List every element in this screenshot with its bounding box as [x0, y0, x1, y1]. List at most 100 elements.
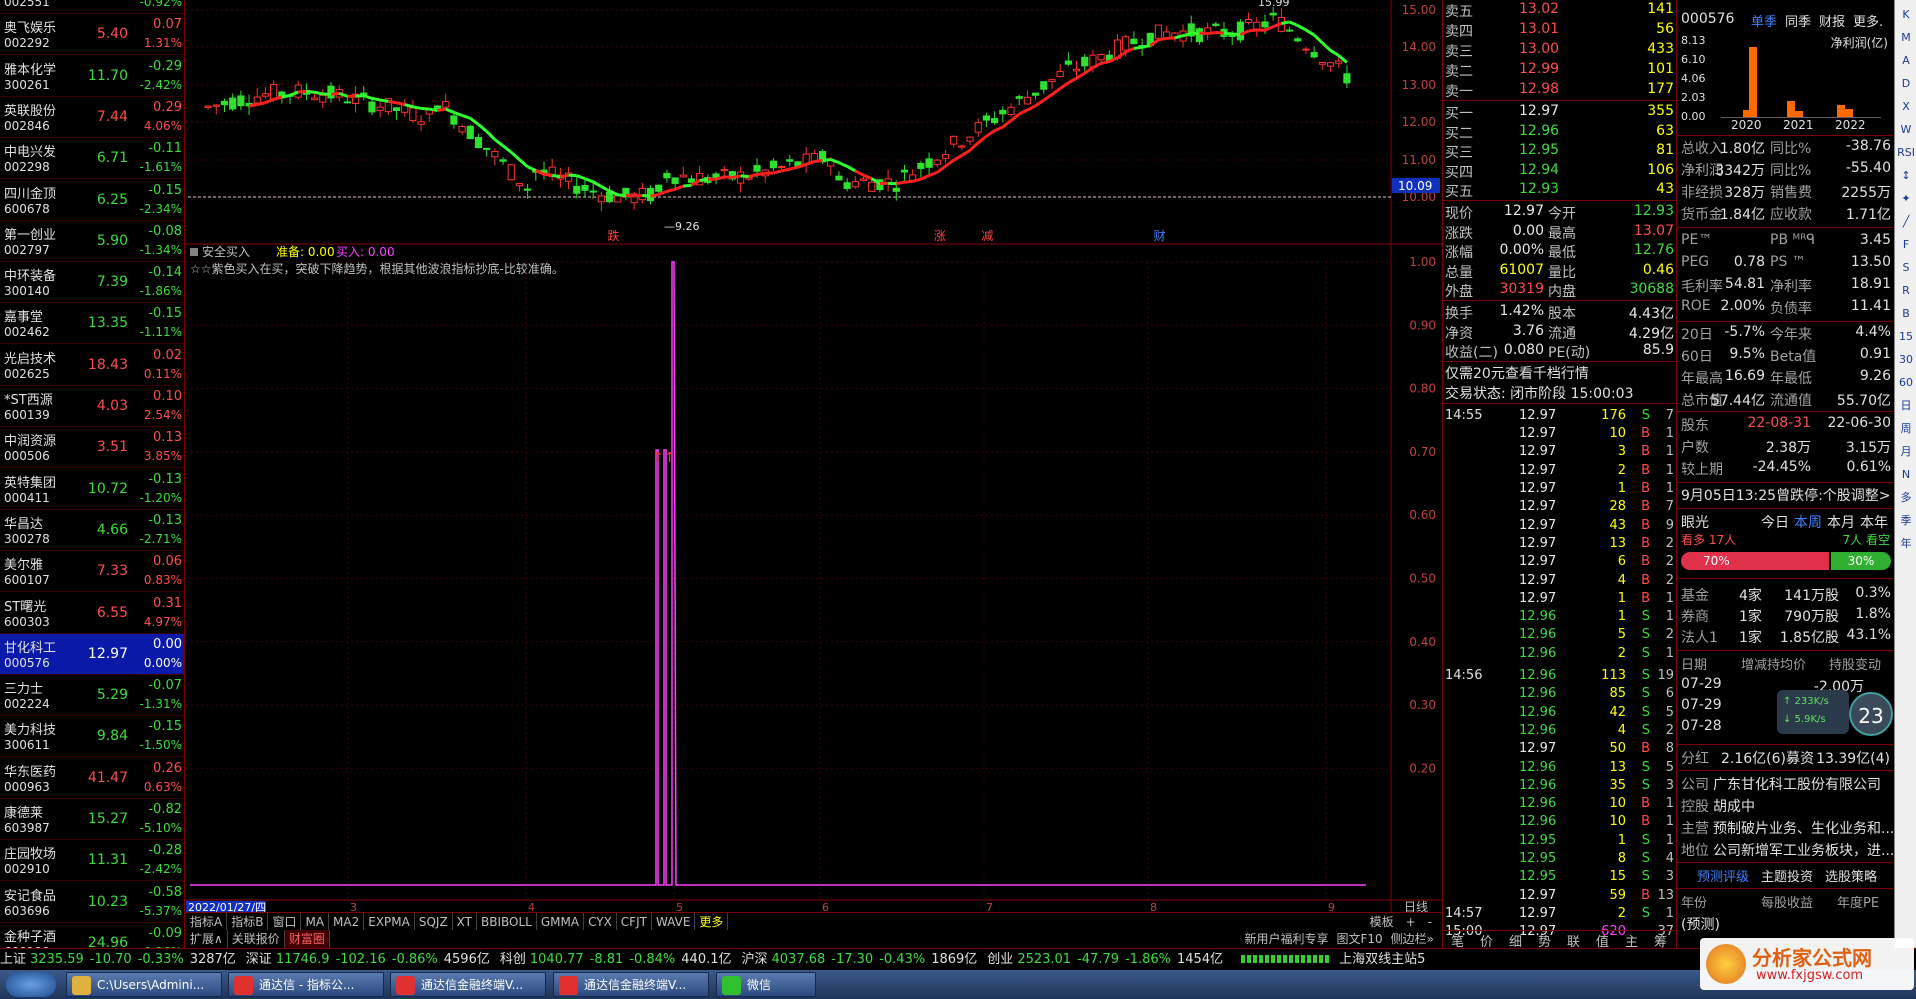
toolbar-button[interactable]: B [1897, 305, 1915, 323]
stock-row[interactable]: 庄园牧场 002910 11.31 -0.28 -2.42% [0, 840, 184, 882]
stock-row[interactable]: 华东医药 000963 41.47 0.26 0.63% [0, 758, 184, 799]
toolbar-button[interactable]: 月 [1897, 443, 1915, 461]
info-tab[interactable]: 更多. [1853, 11, 1883, 30]
toolbar-button[interactable]: 30 [1897, 351, 1915, 369]
stock-row[interactable]: 英特集团 000411 10.72 -0.13 -1.20% [0, 469, 184, 510]
indicator-tab[interactable]: GMMA [537, 913, 585, 931]
bottom-right-link[interactable]: 侧边栏» [1387, 932, 1438, 946]
toolbar-button[interactable]: X [1897, 98, 1915, 116]
toolbar-button[interactable]: K [1897, 6, 1915, 24]
toolbar-button[interactable]: 年 [1897, 535, 1915, 553]
info-tab[interactable]: 同季 [1785, 11, 1811, 30]
toolbar-button[interactable]: F [1897, 236, 1915, 254]
chart-canvas[interactable]: 15.0014.0013.0012.0011.0010.0010.0915.99… [186, 0, 1442, 912]
extension-tab[interactable]: 扩展∧ [186, 930, 228, 948]
toolbar-button[interactable]: 季 [1897, 512, 1915, 530]
vision-tab[interactable]: 本月 [1827, 512, 1855, 532]
stock-list[interactable]: 002551 4.29 -0.92% 奥飞娱乐002292 5.40 0.07 1.31% 雅… [0, 0, 185, 948]
toolbar-button[interactable]: 15 [1897, 328, 1915, 346]
toolbar-button[interactable]: 日 [1897, 397, 1915, 415]
stock-row[interactable]: 甘化科工 000576 12.97 0.00 0.00% [0, 633, 184, 675]
indicator-tab[interactable]: 指标B [227, 913, 269, 931]
indicator-tab[interactable]: XT [453, 913, 478, 931]
quote-tab[interactable]: 细 [1501, 931, 1530, 948]
quote-tab[interactable]: 联 [1559, 931, 1588, 948]
stock-row[interactable]: 嘉事堂 002462 13.35 -0.15 -1.11% [0, 303, 184, 345]
toolbar-button[interactable]: 60 [1897, 374, 1915, 392]
quote-tab[interactable]: 主 [1617, 931, 1646, 948]
stock-row[interactable]: 第一创业 002797 5.90 -0.08 -1.34% [0, 221, 184, 262]
quote-tab[interactable]: 价 [1472, 931, 1501, 948]
toolbar-button[interactable]: ╱ [1897, 213, 1915, 231]
stock-row[interactable]: 美力科技 300611 9.84 -0.15 -1.50% [0, 716, 184, 758]
stock-row[interactable]: 雅本化学 300261 11.70 -0.29 -2.42% [0, 56, 184, 97]
stock-row[interactable]: 英联股份 002846 7.44 0.29 4.06% [0, 97, 184, 138]
toolbar-button[interactable]: M [1897, 29, 1915, 47]
vision-tab[interactable]: 本年 [1860, 512, 1888, 532]
extension-tab[interactable]: 财富圈 [284, 930, 330, 948]
stock-row[interactable]: 四川金顶 600678 6.25 -0.15 -2.34% [0, 180, 184, 221]
indicator-tab[interactable]: 指标A [186, 913, 228, 931]
taskbar-item[interactable]: 通达信金融终端V... [390, 972, 546, 997]
stock-row[interactable]: 三力士 002224 5.29 -0.07 -1.31% [0, 675, 184, 717]
info-tab[interactable]: 财报 [1819, 11, 1845, 30]
quote-tab[interactable]: 值 [1588, 931, 1617, 948]
toolbar-button[interactable]: W [1897, 121, 1915, 139]
indicator-tab[interactable]: SQJZ [415, 913, 453, 931]
indicator-tab[interactable]: CYX [584, 913, 617, 931]
rating-tab[interactable]: 主题投资 [1761, 866, 1813, 885]
toolbar-button[interactable]: ✦ [1897, 190, 1915, 208]
stock-row[interactable]: 康德莱 603987 15.27 -0.82 -5.10% [0, 799, 184, 840]
stock-row[interactable]: 光启技术 002625 18.43 0.02 0.11% [0, 345, 184, 386]
toolbar-button[interactable]: 多 [1897, 489, 1915, 507]
indicator-tab[interactable]: BBIBOLL [477, 913, 537, 931]
stock-row[interactable]: *ST西源 600139 4.03 0.10 2.54% [0, 386, 184, 427]
taskbar-item[interactable]: 通达信金融终端V... [553, 972, 709, 997]
stock-row[interactable]: ST曙光 600303 6.55 0.31 4.97% [0, 593, 184, 634]
toolbar-button[interactable]: A [1897, 52, 1915, 70]
stock-row[interactable]: 华昌达 300278 4.66 -0.13 -2.71% [0, 510, 184, 551]
mode-button[interactable]: + [1400, 915, 1422, 929]
toolbar-button[interactable]: N [1897, 466, 1915, 484]
toolbar-button[interactable]: S [1897, 259, 1915, 277]
toolbar-button[interactable]: R [1897, 282, 1915, 300]
news-link[interactable]: 9月05日13:25曾跌停:个股调整> [1677, 485, 1894, 505]
toolbar-button[interactable]: RSI [1897, 144, 1915, 162]
stock-row[interactable]: 奥飞娱乐 002292 5.40 0.07 1.31% [0, 14, 184, 56]
indicator-tab[interactable]: 窗口 [268, 913, 302, 931]
indicator-tab[interactable]: EXPMA [364, 913, 415, 931]
chart-area[interactable]: 15.00 14.00 13.00 12.00 11.00 10.00 10.09 15.99… [186, 0, 1442, 948]
taskbar-item[interactable]: 通达信 - 指标公... [228, 972, 384, 997]
stock-row[interactable]: 中润资源 000506 3.51 0.13 3.85% [0, 427, 184, 469]
taskbar-item[interactable]: C:\Users\Admini... [66, 972, 222, 997]
stock-row[interactable]: 美尔雅 600107 7.33 0.06 0.83% [0, 551, 184, 593]
rating-tab[interactable]: 选股策略 [1825, 866, 1877, 885]
rating-tab[interactable]: 预测评级 [1697, 866, 1749, 885]
info-tab[interactable]: 单季 [1751, 11, 1777, 30]
quote-tab[interactable]: 笔 [1443, 931, 1472, 948]
indicator-tab[interactable]: 更多 [695, 913, 729, 931]
toolbar-button[interactable]: 周 [1897, 420, 1915, 438]
promo-link[interactable]: 仅需20元查看千档行情 [1443, 363, 1675, 382]
indicator-tab[interactable]: MA [301, 913, 330, 931]
indicator-tab[interactable]: WAVE [652, 913, 696, 931]
extension-tab[interactable]: 关联报价 [228, 930, 285, 948]
start-button[interactable] [6, 972, 56, 997]
toolbar-button[interactable]: D [1897, 75, 1915, 93]
vision-tab[interactable]: 本周 [1794, 512, 1822, 532]
stock-row[interactable]: 中环装备 300140 7.39 -0.14 -1.86% [0, 262, 184, 304]
bottom-right-link[interactable]: 新用户福利专享 [1240, 932, 1332, 946]
stock-row[interactable]: 安记食品 603696 10.23 -0.58 -5.37% [0, 882, 184, 923]
bottom-right-link[interactable]: 图文F10 [1332, 932, 1386, 946]
mode-button[interactable]: 模板 [1364, 915, 1400, 929]
taskbar-item[interactable]: 微信 [716, 972, 816, 997]
quote-tab[interactable]: 筹 [1646, 931, 1675, 948]
stock-row[interactable]: 002551 4.29 -0.92% [0, 0, 184, 14]
stock-row[interactable]: 金种子酒60019924.96-0.09-0.36% [0, 923, 184, 948]
indicator-tab[interactable]: CFJT [617, 913, 652, 931]
indicator-tab[interactable]: MA2 [329, 913, 365, 931]
mode-button[interactable]: - [1422, 915, 1438, 929]
stock-row[interactable]: 中电兴发 002298 6.71 -0.11 -1.61% [0, 138, 184, 180]
vision-tab[interactable]: 今日 [1761, 512, 1789, 532]
toolbar-button[interactable]: ↕ [1897, 167, 1915, 185]
